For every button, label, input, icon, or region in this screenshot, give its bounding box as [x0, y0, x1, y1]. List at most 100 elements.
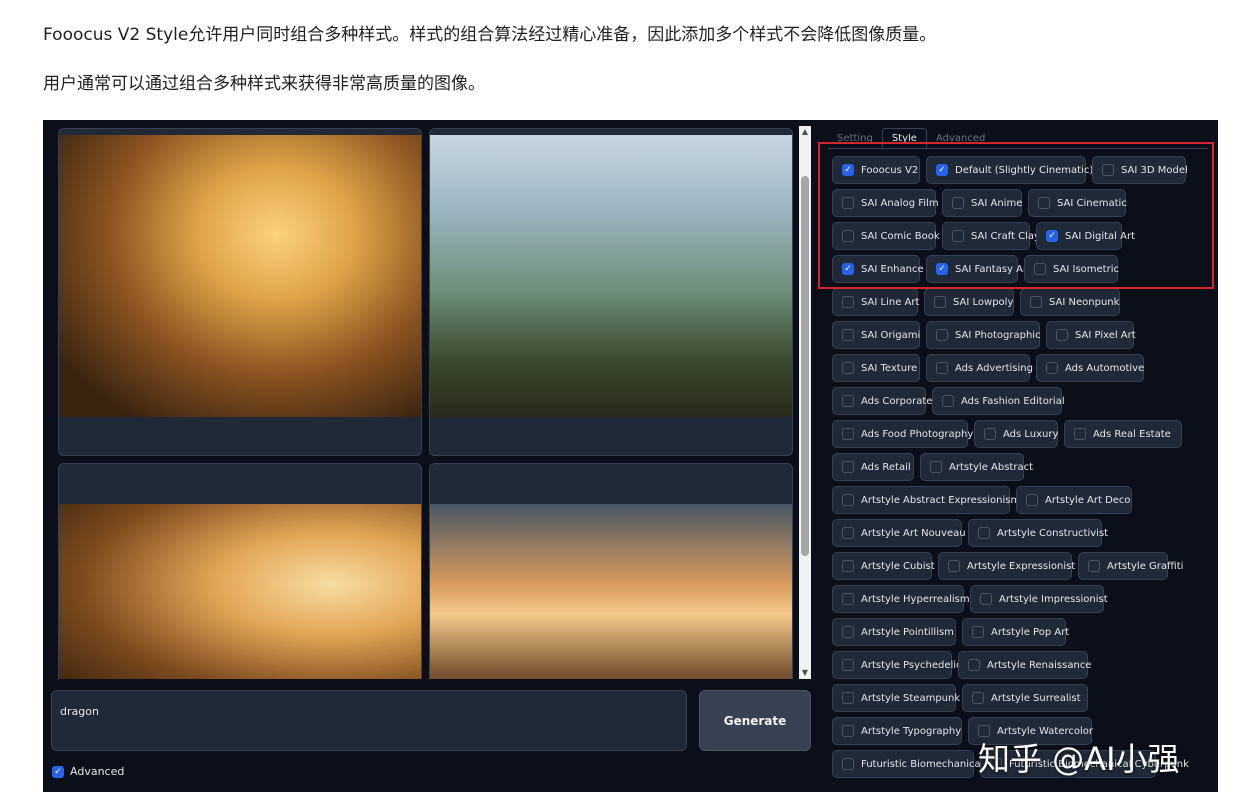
- style-option[interactable]: Artstyle Abstract: [920, 453, 1033, 481]
- unchecked-checkbox[interactable]: [1030, 296, 1042, 308]
- unchecked-checkbox[interactable]: [842, 527, 854, 539]
- unchecked-checkbox[interactable]: [952, 230, 964, 242]
- gallery-image-4[interactable]: [429, 463, 793, 679]
- checked-checkbox[interactable]: [842, 263, 854, 275]
- style-option[interactable]: SAI Photographic: [926, 321, 1041, 349]
- style-option[interactable]: Artstyle Steampunk: [832, 684, 960, 712]
- gallery-image-1[interactable]: [58, 128, 422, 456]
- unchecked-checkbox[interactable]: [1088, 560, 1100, 572]
- unchecked-checkbox[interactable]: [842, 692, 854, 704]
- style-option[interactable]: Ads Retail: [832, 453, 914, 481]
- unchecked-checkbox[interactable]: [936, 329, 948, 341]
- unchecked-checkbox[interactable]: [948, 560, 960, 572]
- style-option[interactable]: SAI Comic Book: [832, 222, 940, 250]
- unchecked-checkbox[interactable]: [1074, 428, 1086, 440]
- style-option[interactable]: Ads Automotive: [1036, 354, 1144, 382]
- unchecked-checkbox[interactable]: [842, 659, 854, 671]
- prompt-input[interactable]: dragon: [51, 690, 687, 751]
- scroll-down-icon[interactable]: ▼: [799, 667, 811, 679]
- scroll-up-icon[interactable]: ▲: [799, 126, 811, 138]
- style-option[interactable]: Artstyle Pointillism: [832, 618, 956, 646]
- unchecked-checkbox[interactable]: [842, 362, 854, 374]
- style-option[interactable]: Artstyle Abstract Expressionism: [832, 486, 1020, 514]
- unchecked-checkbox[interactable]: [972, 626, 984, 638]
- unchecked-checkbox[interactable]: [934, 296, 946, 308]
- style-option[interactable]: SAI Isometric: [1024, 255, 1119, 283]
- unchecked-checkbox[interactable]: [1102, 164, 1114, 176]
- unchecked-checkbox[interactable]: [842, 560, 854, 572]
- style-option[interactable]: SAI Lowpoly: [924, 288, 1014, 316]
- unchecked-checkbox[interactable]: [952, 197, 964, 209]
- style-option[interactable]: SAI Analog Film: [832, 189, 939, 217]
- unchecked-checkbox[interactable]: [984, 428, 996, 440]
- style-option[interactable]: Artstyle Hyperrealism: [832, 585, 970, 613]
- unchecked-checkbox[interactable]: [930, 461, 942, 473]
- style-option[interactable]: Artstyle Renaissance: [958, 651, 1091, 679]
- unchecked-checkbox[interactable]: [842, 296, 854, 308]
- checked-checkbox[interactable]: [936, 263, 948, 275]
- gallery-image-3[interactable]: [58, 463, 422, 679]
- unchecked-checkbox[interactable]: [842, 626, 854, 638]
- gallery-image-2[interactable]: [429, 128, 793, 456]
- unchecked-checkbox[interactable]: [842, 197, 854, 209]
- unchecked-checkbox[interactable]: [842, 593, 854, 605]
- style-option[interactable]: Ads Corporate: [832, 387, 932, 415]
- style-option[interactable]: Ads Luxury: [974, 420, 1058, 448]
- checked-checkbox[interactable]: [1046, 230, 1058, 242]
- checked-checkbox[interactable]: [936, 164, 948, 176]
- style-option[interactable]: Artstyle Surrealist: [962, 684, 1088, 712]
- style-option[interactable]: SAI Texture: [832, 354, 920, 382]
- style-option[interactable]: Artstyle Expressionist: [938, 552, 1075, 580]
- unchecked-checkbox[interactable]: [842, 725, 854, 737]
- unchecked-checkbox[interactable]: [1026, 494, 1038, 506]
- unchecked-checkbox[interactable]: [842, 494, 854, 506]
- style-option[interactable]: Ads Fashion Editorial: [932, 387, 1065, 415]
- unchecked-checkbox[interactable]: [842, 758, 854, 770]
- style-option[interactable]: SAI Digital Art: [1036, 222, 1135, 250]
- unchecked-checkbox[interactable]: [842, 428, 854, 440]
- style-option[interactable]: Artstyle Graffiti: [1078, 552, 1183, 580]
- style-option[interactable]: SAI Anime: [942, 189, 1022, 217]
- unchecked-checkbox[interactable]: [978, 527, 990, 539]
- unchecked-checkbox[interactable]: [842, 395, 854, 407]
- style-option[interactable]: Fooocus V2: [832, 156, 920, 184]
- style-option[interactable]: Ads Advertising: [926, 354, 1033, 382]
- unchecked-checkbox[interactable]: [842, 230, 854, 242]
- style-option[interactable]: Futuristic Biomechanical: [832, 750, 983, 778]
- unchecked-checkbox[interactable]: [972, 692, 984, 704]
- gallery-scrollbar[interactable]: ▲ ▼: [799, 126, 811, 679]
- style-option[interactable]: SAI 3D Model: [1092, 156, 1188, 184]
- unchecked-checkbox[interactable]: [968, 659, 980, 671]
- style-option[interactable]: SAI Cinematic: [1028, 189, 1127, 217]
- style-option[interactable]: Artstyle Art Deco: [1016, 486, 1132, 514]
- style-option[interactable]: Artstyle Psychedelic: [832, 651, 962, 679]
- unchecked-checkbox[interactable]: [936, 362, 948, 374]
- style-option[interactable]: Default (Slightly Cinematic): [926, 156, 1093, 184]
- unchecked-checkbox[interactable]: [1038, 197, 1050, 209]
- style-option[interactable]: Artstyle Art Nouveau: [832, 519, 966, 547]
- unchecked-checkbox[interactable]: [942, 395, 954, 407]
- style-option[interactable]: Ads Real Estate: [1064, 420, 1182, 448]
- style-option[interactable]: Artstyle Impressionist: [970, 585, 1108, 613]
- style-option[interactable]: Artstyle Typography: [832, 717, 962, 745]
- style-option[interactable]: SAI Neonpunk: [1020, 288, 1120, 316]
- style-option[interactable]: SAI Pixel Art: [1046, 321, 1136, 349]
- style-option[interactable]: SAI Line Art: [832, 288, 919, 316]
- style-option[interactable]: SAI Enhance: [832, 255, 924, 283]
- style-option[interactable]: Artstyle Pop Art: [962, 618, 1069, 646]
- style-option[interactable]: Artstyle Constructivist: [968, 519, 1108, 547]
- unchecked-checkbox[interactable]: [980, 593, 992, 605]
- style-option[interactable]: SAI Origami: [832, 321, 920, 349]
- advanced-checkbox[interactable]: [52, 765, 64, 778]
- unchecked-checkbox[interactable]: [842, 329, 854, 341]
- style-option[interactable]: SAI Craft Clay: [942, 222, 1040, 250]
- checked-checkbox[interactable]: [842, 164, 854, 176]
- unchecked-checkbox[interactable]: [842, 461, 854, 473]
- unchecked-checkbox[interactable]: [1034, 263, 1046, 275]
- generate-button[interactable]: Generate: [699, 690, 811, 751]
- advanced-toggle[interactable]: Advanced: [52, 765, 124, 778]
- style-option[interactable]: SAI Fantasy Art: [926, 255, 1031, 283]
- style-option[interactable]: Ads Food Photography: [832, 420, 973, 448]
- scrollbar-thumb[interactable]: [801, 176, 809, 556]
- unchecked-checkbox[interactable]: [1046, 362, 1058, 374]
